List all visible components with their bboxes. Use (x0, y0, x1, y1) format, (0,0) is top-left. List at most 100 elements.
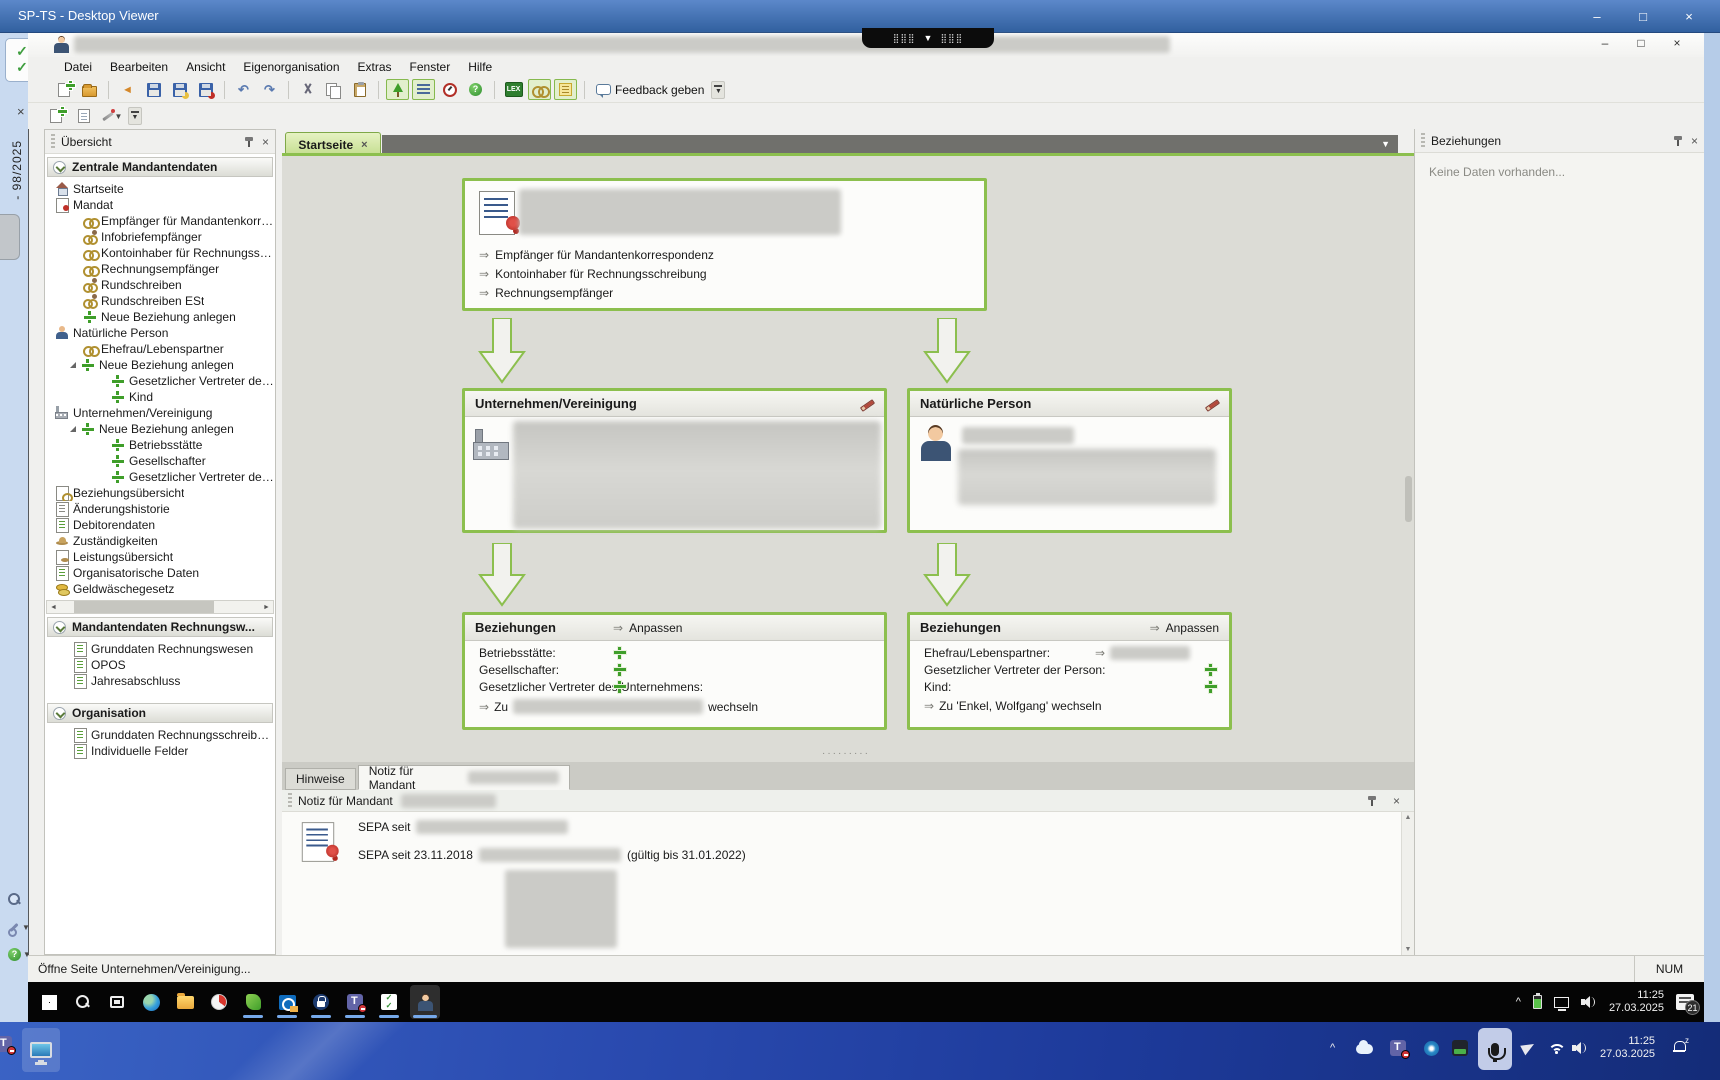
host-tray-chevron[interactable]: ^ (1330, 1042, 1335, 1054)
help-button[interactable]: ? (464, 79, 487, 100)
notes-close-icon[interactable]: × (1393, 796, 1400, 806)
sidebar-item-opos[interactable]: OPOS (45, 657, 275, 673)
sidebar-item-neue-beziehung-person[interactable]: Neue Beziehung anlegen (45, 357, 275, 373)
host-notification-bell[interactable] (1672, 1040, 1686, 1054)
add-kind-icon[interactable] (1204, 680, 1217, 693)
sidebar-item-mandat[interactable]: Mandat (45, 197, 275, 213)
scroll-right-icon[interactable]: ► (260, 601, 273, 613)
file-explorer-button[interactable] (172, 985, 198, 1019)
sidebar-item-natuerliche-person[interactable]: Natürliche Person (45, 325, 275, 341)
sidebar-item-neue-beziehung-mandat[interactable]: Neue Beziehung anlegen (45, 309, 275, 325)
tree-horizontal-scrollbar[interactable]: ◄ ► (46, 600, 274, 614)
host-volume-icon[interactable] (1572, 1042, 1588, 1054)
wifi-tray-icon[interactable] (1548, 1042, 1564, 1054)
grip-icon[interactable] (51, 134, 55, 150)
history-button[interactable] (438, 79, 461, 100)
secondary-toolbar-overflow-button[interactable]: ▼ (128, 107, 142, 125)
lex-button[interactable]: LEX (502, 79, 525, 100)
menu-hilfe[interactable]: Hilfe (460, 58, 500, 76)
feedback-button[interactable]: Feedback geben (592, 79, 708, 100)
viewer-connection-bar[interactable]: ⣿⣿⣿ ▼ ⣿⣿⣿ (862, 28, 994, 48)
menu-datei[interactable]: Datei (56, 58, 100, 76)
link-button[interactable] (528, 79, 551, 100)
outlook-button[interactable] (274, 985, 300, 1019)
viewer-strip-close-icon[interactable]: × (17, 104, 25, 119)
tab-close-icon[interactable]: × (361, 140, 367, 150)
tab-notiz-fuer-mandant[interactable]: Notiz für Mandant (358, 765, 570, 790)
notification-center-icon[interactable]: 21 (1676, 994, 1694, 1010)
add-vertreter-icon[interactable] (613, 680, 626, 693)
send-tray-icon[interactable] (1522, 1042, 1535, 1053)
notes-button[interactable] (554, 79, 577, 100)
contacts-app-button[interactable] (410, 985, 440, 1019)
checklist-app-button[interactable] (376, 985, 402, 1019)
open-button[interactable] (78, 79, 101, 100)
section-zentrale-mandantendaten[interactable]: Zentrale Mandantendaten (47, 157, 273, 177)
switch-person-link[interactable]: ⇒ Zu 'Enkel, Wolfgang' wechseln (924, 699, 1102, 713)
scrollbar-thumb[interactable] (74, 601, 214, 613)
edit-pencil-icon[interactable] (860, 397, 874, 411)
list-view-button[interactable] (412, 79, 435, 100)
sidebar-item-startseite[interactable]: Startseite (45, 181, 275, 197)
sidebar-item-geldwaeschegesetz[interactable]: Geldwäschegesetz (45, 581, 275, 597)
sidebar-item-rundschreiben[interactable]: Rundschreiben (45, 277, 275, 293)
sidebar-item-gesellschafter[interactable]: Gesellschafter (45, 453, 275, 469)
remote-tool-tray-icon[interactable] (1452, 1040, 1468, 1056)
expander-icon[interactable] (70, 426, 76, 432)
save-button[interactable] (142, 79, 165, 100)
battery-icon[interactable] (1533, 995, 1542, 1009)
app-restore-button[interactable]: □ (1628, 36, 1654, 50)
navigation-close-icon[interactable]: × (262, 137, 269, 147)
edge-button[interactable] (138, 985, 164, 1019)
viewer-minimize-button[interactable]: – (1576, 4, 1618, 28)
redo-button[interactable]: ↷ (258, 79, 281, 100)
scroll-up-icon[interactable]: ▲ (1405, 814, 1412, 821)
notes-scrollbar[interactable]: ▲ ▼ (1401, 812, 1414, 955)
expander-icon[interactable] (70, 362, 76, 368)
host-teams-tray-icon[interactable] (1390, 1040, 1406, 1056)
tab-list-dropdown-icon[interactable]: ▼ (1381, 139, 1390, 149)
sidebar-item-zustaendigkeiten[interactable]: Zuständigkeiten (45, 533, 275, 549)
start-button[interactable] (36, 985, 62, 1019)
support-tray-icon[interactable] (1424, 1041, 1439, 1056)
edit-document-button[interactable] (72, 106, 95, 127)
toolbar-overflow-button[interactable]: ▼ (711, 81, 725, 99)
taskbar-search-button[interactable] (70, 985, 96, 1019)
link-rechnungsempfaenger[interactable]: ⇒Rechnungsempfänger (479, 283, 714, 302)
sidebar-item-rechnungsempfaenger[interactable]: Rechnungsempfänger (45, 261, 275, 277)
remote-clock[interactable]: 11:25 27.03.2025 (1609, 989, 1664, 1015)
ehefrau-link[interactable]: ⇒ (1095, 646, 1190, 660)
viewer-tools-button[interactable]: ▼ (8, 921, 30, 933)
network-icon[interactable] (1554, 997, 1569, 1008)
scroll-left-icon[interactable]: ◄ (47, 601, 60, 613)
tree-view-button[interactable] (386, 79, 409, 100)
add-vertreter-person-icon[interactable] (1204, 663, 1217, 676)
grip-icon[interactable] (288, 793, 292, 809)
menu-extras[interactable]: Extras (350, 58, 400, 76)
canvas-scrollbar-thumb[interactable] (1405, 476, 1412, 522)
anpassen-link[interactable]: ⇒ Anpassen (613, 621, 682, 635)
sidebar-item-organisatorische-daten[interactable]: Organisatorische Daten (45, 565, 275, 581)
sidebar-item-beziehungsuebersicht[interactable]: Beziehungsübersicht (45, 485, 275, 501)
sidebar-item-unternehmen-vereinigung[interactable]: Unternehmen/Vereinigung (45, 405, 275, 421)
add-gesellschafter-icon[interactable] (613, 663, 626, 676)
onedrive-tray-icon[interactable] (1356, 1044, 1373, 1054)
undo-button[interactable]: ↶ (232, 79, 255, 100)
host-clock[interactable]: 11:25 27.03.2025 (1600, 1035, 1655, 1061)
pin-icon[interactable] (1367, 795, 1377, 806)
viewer-side-tab[interactable] (0, 214, 20, 260)
sidebar-item-gesetzlicher-vertreter-person[interactable]: Gesetzlicher Vertreter der Person (45, 373, 275, 389)
wizard-button[interactable]: ▼ (100, 106, 123, 127)
viewer-search-button[interactable] (8, 893, 20, 905)
switch-company-link[interactable]: ⇒ Zu wechseln (479, 699, 758, 714)
sidebar-item-kontoinhaber[interactable]: Kontoinhaber für Rechnungsschrei... (45, 245, 275, 261)
sidebar-item-aenderungshistorie[interactable]: Änderungshistorie (45, 501, 275, 517)
menu-ansicht[interactable]: Ansicht (178, 58, 233, 76)
sidebar-item-rundschreiben-est[interactable]: Rundschreiben ESt (45, 293, 275, 309)
sidebar-item-gesetzlicher-vertreter-unternehmen[interactable]: Gesetzlicher Vertreter des Unter... (45, 469, 275, 485)
sidebar-item-jahresabschluss[interactable]: Jahresabschluss (45, 673, 275, 689)
link-empfaenger-mandantenkorrespondenz[interactable]: ⇒Empfänger für Mandantenkorrespondenz (479, 245, 714, 264)
sidebar-item-debitorendaten[interactable]: Debitorendaten (45, 517, 275, 533)
paste-button[interactable] (348, 79, 371, 100)
volume-icon[interactable] (1581, 996, 1597, 1008)
